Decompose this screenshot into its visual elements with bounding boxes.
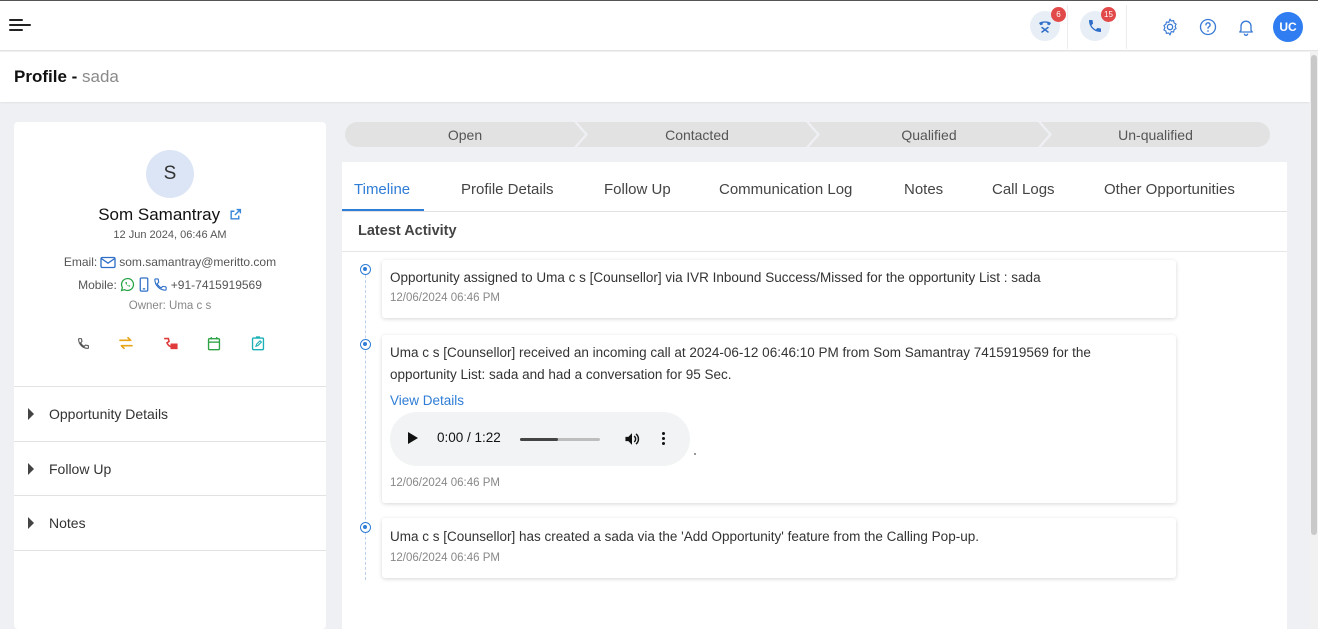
page-title-opportunity: sada (82, 67, 119, 86)
hamburger-menu-icon[interactable] (9, 19, 31, 33)
activity-time: 12/06/2024 06:46 PM (390, 552, 500, 564)
audio-time: 0:00 / 1:22 (437, 430, 501, 445)
accordion-divider (14, 550, 326, 551)
timeline-card: Opportunity assigned to Uma c s [Counsel… (382, 260, 1176, 318)
tab-other-opportunities[interactable]: Other Opportunities (1104, 181, 1235, 198)
tab-follow-up[interactable]: Follow Up (604, 181, 671, 198)
tab-notes[interactable]: Notes (904, 181, 943, 198)
settings-gear-icon[interactable] (1159, 16, 1181, 38)
activity-text: Opportunity assigned to Uma c s [Counsel… (390, 270, 1041, 285)
email-row: Email: som.samantray@meritto.com (14, 255, 326, 269)
whatsapp-icon[interactable] (120, 277, 135, 292)
user-avatar[interactable]: UC (1273, 12, 1303, 42)
accordion-opportunity-details[interactable]: Opportunity Details (14, 386, 326, 441)
stage-qualified[interactable]: Qualified (809, 122, 1049, 147)
end-call-icon[interactable] (161, 334, 179, 352)
contact-avatar: S (146, 150, 194, 198)
header-divider (1067, 5, 1068, 49)
caret-right-icon (28, 408, 34, 420)
audio-player: 0:00 / 1:22 (390, 412, 690, 466)
stage-contacted[interactable]: Contacted (577, 122, 817, 147)
contact-created-date: 12 Jun 2024, 06:46 AM (113, 229, 227, 241)
call-action-icon[interactable] (74, 334, 92, 352)
page-title-label: Profile - (14, 67, 83, 86)
contact-name: Som Samantray (98, 205, 221, 224)
mobile-row: Mobile: +91-7415919569 (14, 277, 326, 292)
audio-seek-bar[interactable] (520, 438, 600, 441)
tab-timeline[interactable]: Timeline (354, 181, 410, 198)
page-scrollbar[interactable] (1310, 51, 1318, 629)
tab-bar: Timeline Profile Details Follow Up Commu… (342, 162, 1287, 212)
accordion-notes[interactable]: Notes (14, 495, 326, 550)
stage-pipeline: Open Contacted Qualified Un-qualified (345, 122, 1270, 147)
activity-time: 12/06/2024 06:46 PM (390, 477, 500, 489)
tab-profile-details[interactable]: Profile Details (461, 181, 554, 198)
notification-badge: 6 (1051, 7, 1066, 22)
mobile-phone-icon[interactable] (138, 277, 150, 292)
contact-owner: Owner: Uma c s (128, 300, 212, 312)
contact-name-row: Som Samantray (14, 205, 326, 226)
decorative-dot (694, 453, 696, 455)
contact-mobile[interactable]: +91-7415919569 (171, 278, 262, 292)
accordion-label: Notes (49, 515, 86, 531)
more-options-icon[interactable] (662, 432, 666, 448)
bell-icon[interactable] (1235, 16, 1257, 38)
volume-icon[interactable] (623, 431, 641, 447)
timeline-dot (360, 264, 371, 275)
help-question-icon[interactable] (1197, 16, 1219, 38)
call-transfer-button[interactable]: 6 (1030, 7, 1066, 41)
activity-time: 12/06/2024 06:46 PM (390, 292, 500, 304)
transfer-arrows-icon[interactable] (117, 334, 135, 352)
latest-activity-heading: Latest Activity (358, 223, 457, 239)
tab-communication-log[interactable]: Communication Log (719, 181, 852, 198)
mail-icon[interactable] (100, 256, 116, 269)
main-panel: Timeline Profile Details Follow Up Commu… (342, 162, 1287, 629)
timeline-card: Uma c s [Counsellor] has created a sada … (382, 518, 1176, 578)
stage-unqualified[interactable]: Un-qualified (1041, 122, 1270, 147)
timeline-connector (365, 270, 366, 580)
tab-call-logs[interactable]: Call Logs (992, 181, 1055, 198)
accordion-label: Opportunity Details (49, 406, 169, 422)
page-title: Profile - sada (14, 67, 119, 87)
active-tab-indicator (342, 209, 424, 211)
view-details-link[interactable]: View Details (390, 393, 464, 408)
external-link-icon[interactable] (229, 206, 242, 226)
timeline-dot (360, 339, 371, 350)
call-transfer-icon (1039, 21, 1051, 33)
contact-email[interactable]: som.samantray@meritto.com (119, 255, 276, 269)
timeline-dot (360, 522, 371, 533)
play-icon[interactable] (408, 432, 418, 444)
activity-text: Uma c s [Counsellor] has created a sada … (390, 529, 979, 544)
stage-open[interactable]: Open (345, 122, 585, 147)
profile-header: Profile - sada (0, 52, 1310, 102)
divider (342, 251, 1287, 252)
email-label: Email: (63, 255, 98, 269)
caret-right-icon (28, 463, 34, 475)
audio-seek-fill (520, 438, 558, 441)
header-divider (1126, 5, 1127, 49)
calendar-icon[interactable] (205, 334, 223, 352)
phone-call-icon (1089, 20, 1101, 32)
contact-card: S Som Samantray 12 Jun 2024, 06:46 AM Em… (14, 122, 326, 629)
caret-right-icon (28, 517, 34, 529)
accordion-label: Follow Up (49, 461, 112, 477)
accordion-follow-up[interactable]: Follow Up (14, 441, 326, 496)
scrollbar-thumb[interactable] (1311, 55, 1317, 535)
task-edit-icon[interactable] (249, 334, 267, 352)
phone-call-button[interactable]: 15 (1080, 7, 1116, 41)
mobile-label: Mobile: (78, 277, 117, 292)
timeline-card: Uma c s [Counsellor] received an incomin… (382, 335, 1176, 503)
notification-badge: 15 (1101, 7, 1116, 22)
phone-icon[interactable] (153, 277, 168, 292)
activity-text: Uma c s [Counsellor] received an incomin… (390, 345, 1091, 382)
contact-action-bar (74, 334, 274, 354)
top-header: 6 15 UC (0, 0, 1318, 51)
